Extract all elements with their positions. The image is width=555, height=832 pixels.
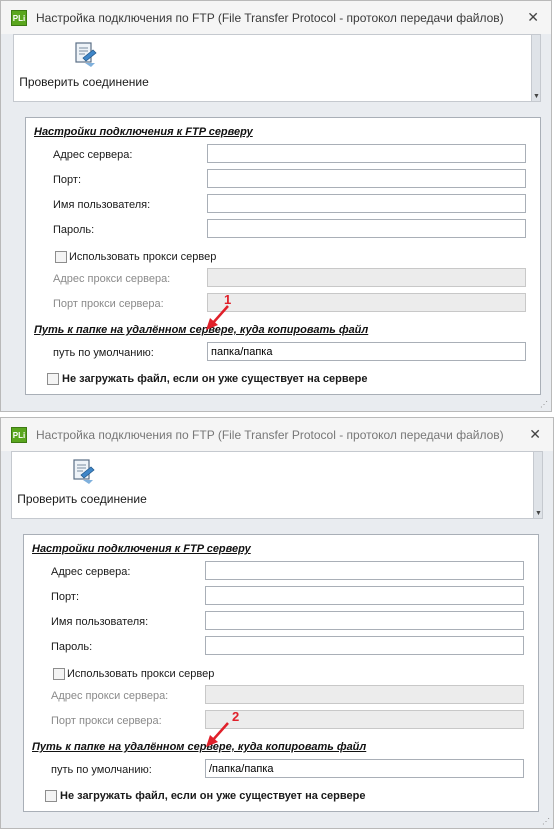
- skip-existing-checkbox[interactable]: [45, 790, 57, 802]
- toolbar-overflow[interactable]: ▼: [533, 452, 542, 518]
- default-path-input[interactable]: [205, 759, 524, 778]
- annotation-number: 2: [232, 709, 240, 724]
- window-title: Настройка подключения по FTP (File Trans…: [36, 428, 504, 442]
- section-connection-title: Настройки подключения к FTP серверу: [34, 126, 253, 138]
- password-label: Пароль:: [53, 224, 95, 236]
- proxy-address-input: [207, 268, 526, 287]
- use-proxy-checkbox[interactable]: [55, 251, 67, 263]
- username-label: Имя пользователя:: [51, 616, 149, 628]
- skip-existing-label: Не загружать файл, если он уже существуе…: [62, 373, 368, 385]
- port-input[interactable]: [205, 586, 524, 605]
- chevron-down-icon: ▼: [535, 510, 542, 517]
- check-connection-label: Проверить соединение: [17, 492, 147, 506]
- settings-panel: Настройки подключения к FTP серверу Адре…: [25, 117, 541, 395]
- use-proxy-checkbox[interactable]: [53, 668, 65, 680]
- app-icon: PLi: [11, 427, 27, 443]
- connection-check-icon: [73, 459, 95, 484]
- chevron-down-icon: ▼: [533, 93, 540, 100]
- toolbar: Проверить соединение ▼: [13, 34, 541, 102]
- server-address-label: Адрес сервера:: [51, 566, 131, 578]
- ftp-settings-window-2: PLi Настройка подключения по FTP (File T…: [0, 417, 554, 829]
- username-input[interactable]: [207, 194, 526, 213]
- annotation-arrow: [206, 305, 229, 330]
- app-icon: PLi: [11, 10, 27, 26]
- close-icon[interactable]: ✕: [529, 426, 541, 442]
- default-path-label: путь по умолчанию:: [53, 347, 154, 359]
- username-input[interactable]: [205, 611, 524, 630]
- use-proxy-label: Использовать прокси сервер: [67, 668, 215, 680]
- server-address-label: Адрес сервера:: [53, 149, 133, 161]
- toolbar-overflow[interactable]: ▼: [531, 35, 540, 101]
- annotation-arrow: [206, 722, 229, 747]
- title-bar[interactable]: PLi Настройка подключения по FTP (File T…: [1, 418, 553, 451]
- proxy-port-label: Порт прокси сервера:: [51, 715, 162, 727]
- password-label: Пароль:: [51, 641, 93, 653]
- proxy-port-input: [207, 293, 526, 312]
- check-connection-button[interactable]: Проверить соединение: [12, 454, 152, 514]
- port-label: Порт:: [51, 591, 79, 603]
- password-input[interactable]: [205, 636, 524, 655]
- connection-check-icon: [75, 42, 97, 67]
- resize-grip[interactable]: ⋰: [542, 817, 550, 826]
- port-label: Порт:: [53, 174, 81, 186]
- default-path-input[interactable]: [207, 342, 526, 361]
- section-path-title: Путь к папке на удалённом сервере, куда …: [32, 741, 367, 753]
- proxy-port-input: [205, 710, 524, 729]
- ftp-settings-window-1: PLi Настройка подключения по FTP (File T…: [0, 0, 552, 412]
- toolbar: Проверить соединение ▼: [11, 451, 543, 519]
- server-address-input[interactable]: [205, 561, 524, 580]
- default-path-label: путь по умолчанию:: [51, 764, 152, 776]
- proxy-address-label: Адрес прокси сервера:: [51, 690, 169, 702]
- skip-existing-checkbox[interactable]: [47, 373, 59, 385]
- title-bar[interactable]: PLi Настройка подключения по FTP (File T…: [1, 1, 551, 34]
- proxy-address-input: [205, 685, 524, 704]
- port-input[interactable]: [207, 169, 526, 188]
- proxy-address-label: Адрес прокси сервера:: [53, 273, 171, 285]
- settings-panel: Настройки подключения к FTP серверу Адре…: [23, 534, 539, 812]
- close-icon[interactable]: ✕: [527, 9, 539, 25]
- section-connection-title: Настройки подключения к FTP серверу: [32, 543, 251, 555]
- password-input[interactable]: [207, 219, 526, 238]
- window-title: Настройка подключения по FTP (File Trans…: [36, 11, 504, 25]
- skip-existing-label: Не загружать файл, если он уже существуе…: [60, 790, 366, 802]
- check-connection-label: Проверить соединение: [19, 75, 149, 89]
- use-proxy-label: Использовать прокси сервер: [69, 251, 217, 263]
- server-address-input[interactable]: [207, 144, 526, 163]
- username-label: Имя пользователя:: [53, 199, 151, 211]
- resize-grip[interactable]: ⋰: [540, 400, 548, 409]
- check-connection-button[interactable]: Проверить соединение: [14, 37, 154, 97]
- proxy-port-label: Порт прокси сервера:: [53, 298, 164, 310]
